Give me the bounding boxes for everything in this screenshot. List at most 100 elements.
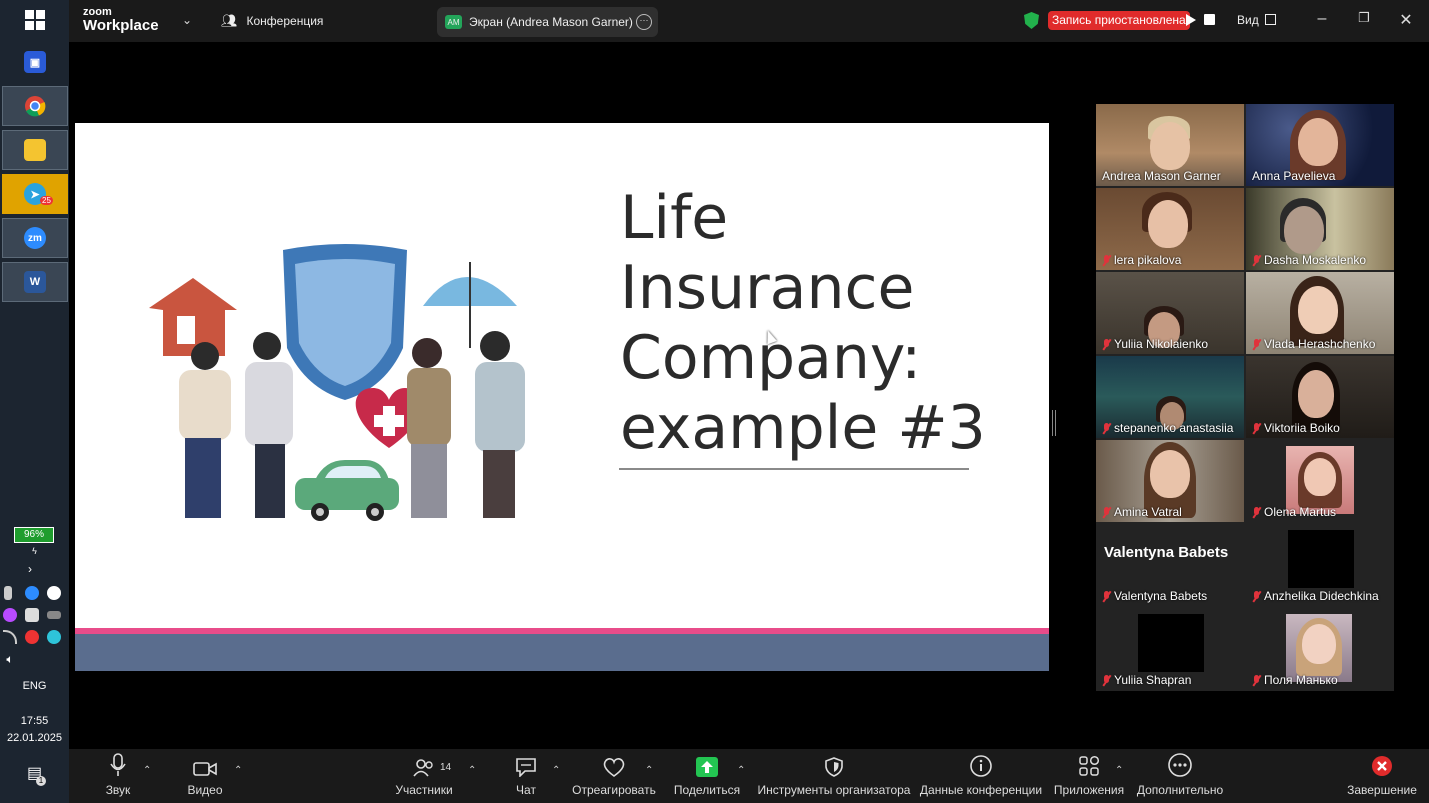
view-button[interactable]: Вид <box>1237 13 1259 27</box>
end-meeting-button[interactable]: Завершение <box>1347 749 1417 803</box>
audio-button[interactable]: Звук <box>99 749 137 803</box>
view-grid-icon[interactable] <box>1265 14 1276 25</box>
video-tile[interactable]: Yuliia Nikolaienko <box>1096 272 1244 354</box>
clock-time[interactable]: 17:55 <box>0 715 69 727</box>
apps-options-caret-icon[interactable]: ⌃ <box>1115 765 1123 776</box>
mic-muted-icon <box>1102 506 1111 518</box>
taskbar-app-explorer[interactable] <box>2 130 68 170</box>
video-tile[interactable]: Olena Martus <box>1246 440 1394 522</box>
meeting-controls-toolbar: Звук ⌃ Видео ⌃ Участники 14 ⌃ Чат ⌃ Отре… <box>69 749 1429 803</box>
tile-name: Andrea Mason Garner <box>1102 169 1221 183</box>
notification-center-icon[interactable]: ▤ <box>0 763 69 783</box>
video-tile[interactable]: Viktoriia Boiko <box>1246 356 1394 438</box>
video-feed-face <box>1298 370 1334 418</box>
video-tile[interactable]: Yuliia Shapran <box>1096 608 1244 690</box>
screen-share-indicator[interactable]: AM Экран (Andrea Mason Garner) ··· <box>437 7 658 37</box>
mic-muted-icon <box>1102 674 1111 686</box>
microphone-tray-icon[interactable] <box>4 586 12 600</box>
participant-name: Anna Pavelieva <box>1252 169 1336 183</box>
video-tile[interactable]: Поля Манько <box>1246 608 1394 690</box>
app-tray-icon-2[interactable] <box>25 630 39 644</box>
video-tile[interactable]: stepanenko anastasiia <box>1096 356 1244 438</box>
speaker-icon[interactable]: 🔈︎ <box>0 652 20 667</box>
close-icon[interactable]: ✕ <box>1396 10 1416 30</box>
telegram-badge: 25 <box>40 196 53 205</box>
meeting-info-button[interactable]: Данные конференции <box>920 749 1042 803</box>
video-tile[interactable]: Amina Vatral <box>1096 440 1244 522</box>
tile-name: Yuliia Nikolaienko <box>1102 337 1208 351</box>
security-tray-icon[interactable] <box>25 608 39 622</box>
cloud-tray-icon[interactable] <box>47 630 61 644</box>
tile-name: Поля Манько <box>1252 673 1338 687</box>
react-button[interactable]: Отреагировать <box>572 749 656 803</box>
recording-status[interactable]: Запись приостановлена <box>1048 11 1190 30</box>
clock-date[interactable]: 22.01.2025 <box>0 732 69 744</box>
participants-options-caret-icon[interactable]: ⌃ <box>468 765 476 776</box>
react-options-caret-icon[interactable]: ⌃ <box>645 765 653 776</box>
tile-name: Vlada Herashchenko <box>1252 337 1375 351</box>
more-button[interactable]: Дополнительно <box>1137 749 1223 803</box>
share-screen-button[interactable]: Поделиться <box>674 749 740 803</box>
keyboard-tray-icon[interactable] <box>47 611 61 619</box>
stop-recording-icon[interactable] <box>1204 14 1215 25</box>
windows-start-button[interactable] <box>2 0 68 40</box>
chat-options-caret-icon[interactable]: ⌃ <box>552 765 560 776</box>
chevron-down-icon[interactable]: ⌄ <box>182 13 192 27</box>
encryption-shield-icon[interactable] <box>1024 12 1039 29</box>
video-tile[interactable]: Anna Pavelieva <box>1246 104 1394 186</box>
video-feed-face <box>1298 286 1338 334</box>
slide-title-divider <box>619 468 969 470</box>
video-feed-face <box>1150 450 1190 498</box>
host-tools-button[interactable]: Инструменты организатора <box>758 749 910 803</box>
grammarly-tray-icon[interactable] <box>47 586 61 600</box>
mic-muted-icon <box>1252 506 1261 518</box>
video-feed-face <box>1148 200 1188 248</box>
participants-count: 14 <box>440 762 452 773</box>
mic-muted-icon <box>1102 254 1111 266</box>
taskbar-app-telegram[interactable]: ➤ 25 <box>2 174 68 214</box>
apps-label: Приложения <box>1053 783 1125 797</box>
video-label: Видео <box>187 783 223 797</box>
participants-icon <box>413 749 435 779</box>
video-tile[interactable]: Vlada Herashchenko <box>1246 272 1394 354</box>
audio-options-caret-icon[interactable]: ⌃ <box>143 765 151 776</box>
video-tile[interactable]: lera pikalova <box>1096 188 1244 270</box>
taskbar-app-word[interactable]: W <box>2 262 68 302</box>
restore-icon[interactable]: ❐ <box>1354 10 1374 26</box>
video-tile[interactable]: Dasha Moskalenko <box>1246 188 1394 270</box>
language-indicator[interactable]: ENG <box>0 680 69 692</box>
participants-button[interactable]: Участники <box>393 749 455 803</box>
app-tray-icon[interactable] <box>3 608 17 622</box>
taskbar-app-chrome[interactable] <box>2 86 68 126</box>
charging-icon: ϟ <box>32 546 37 556</box>
end-icon <box>1371 749 1393 779</box>
minimize-icon[interactable]: – <box>1312 10 1332 28</box>
notification-count: 1 <box>36 776 46 786</box>
tray-expand-chevron-icon[interactable]: › <box>20 562 40 576</box>
chrome-icon <box>25 96 46 117</box>
mic-muted-icon <box>1102 422 1111 434</box>
more-options-icon[interactable]: ··· <box>636 14 652 30</box>
chat-label: Чат <box>516 783 536 797</box>
conference-button[interactable]: 👥︎ Конференция <box>221 13 323 29</box>
chat-button[interactable]: Чат <box>509 749 543 803</box>
video-feed-face <box>1284 206 1324 254</box>
windows-taskbar: ▣ ➤ 25 zm W 96% ϟ › 🔈︎ ENG 17:55 22.01.2… <box>0 0 69 803</box>
taskbar-app-save[interactable]: ▣ <box>2 42 68 82</box>
video-tile[interactable]: Andrea Mason Garner <box>1096 104 1244 186</box>
share-options-caret-icon[interactable]: ⌃ <box>737 765 745 776</box>
wifi-icon[interactable] <box>3 630 17 644</box>
video-tile[interactable]: Valentyna Babets Valentyna Babets <box>1096 524 1244 606</box>
video-options-caret-icon[interactable]: ⌃ <box>234 765 242 776</box>
zoom-tray-icon[interactable] <box>25 586 39 600</box>
resume-recording-icon[interactable] <box>1186 14 1196 26</box>
video-button[interactable]: Видео <box>184 749 226 803</box>
slide-title: Life Insurance Company: example #3 <box>620 183 986 463</box>
video-tile[interactable]: Anzhelika Didechkina <box>1246 524 1394 606</box>
panel-splitter-handle[interactable] <box>1052 410 1056 436</box>
apps-button[interactable]: Приложения <box>1054 749 1124 803</box>
taskbar-app-zoom[interactable]: zm <box>2 218 68 258</box>
tile-name: Olena Martus <box>1252 505 1336 519</box>
battery-indicator[interactable]: 96% <box>14 527 54 543</box>
audio-label: Звук <box>105 783 131 797</box>
